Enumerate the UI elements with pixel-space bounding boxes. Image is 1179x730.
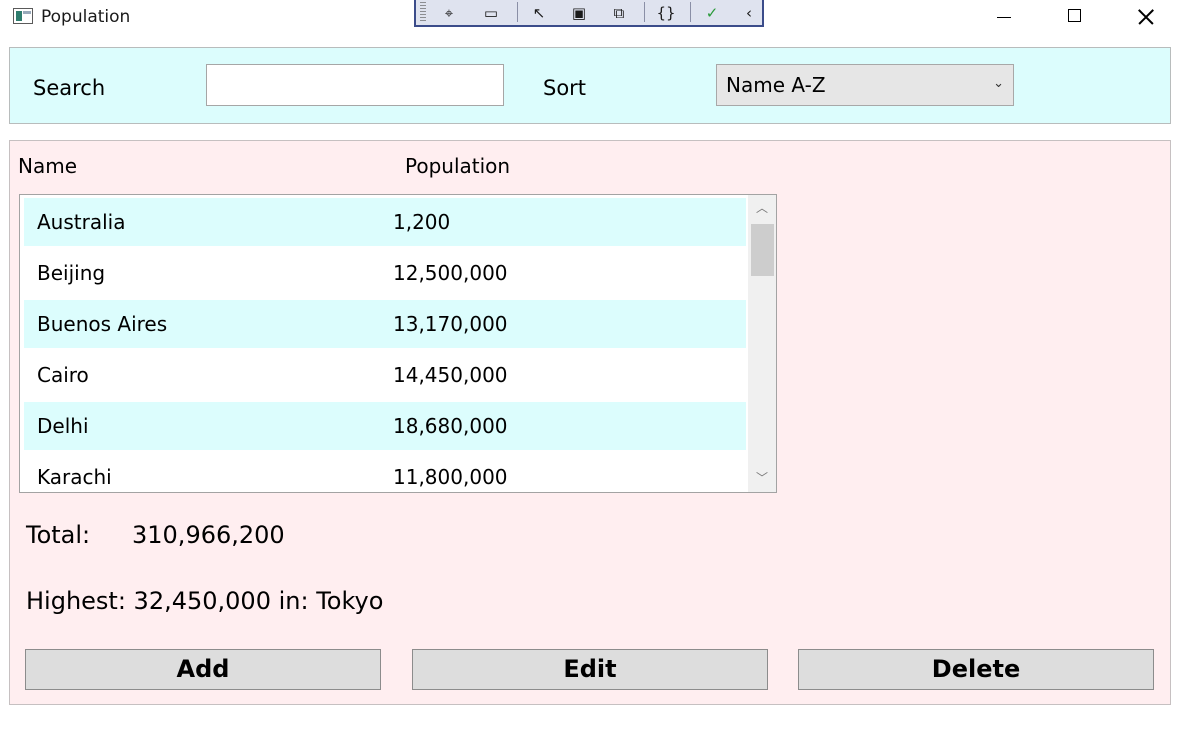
sort-dropdown[interactable]: Name A-Z ⌄	[716, 64, 1014, 106]
toolbar-grip-icon[interactable]	[420, 2, 426, 22]
display-pointer-icon[interactable]: ⧉	[608, 3, 630, 23]
toolbar-separator	[517, 2, 518, 22]
city-name: Australia	[37, 210, 126, 234]
binding-icon[interactable]: {}	[655, 3, 677, 23]
list-item[interactable]: Beijing 12,500,000	[24, 249, 746, 297]
sort-selected-value: Name A-Z	[726, 73, 826, 97]
toolbar-separator	[690, 2, 691, 22]
highest-text: Highest: 32,450,000 in: Tokyo	[26, 587, 384, 615]
city-name: Beijing	[37, 261, 106, 285]
column-header-population: Population	[405, 154, 511, 178]
city-population: 14,450,000	[393, 363, 508, 387]
chevron-down-icon: ⌄	[993, 76, 1004, 91]
title-bar: Population ⌖ ▭ ↖ ▣ ⧉ {} ✓ ‹	[0, 0, 1179, 34]
list-item[interactable]: Australia 1,200	[24, 198, 746, 246]
search-label: Search	[33, 76, 106, 100]
vertical-scrollbar[interactable]: ︿ ﹀	[748, 195, 776, 492]
check-circle-icon[interactable]: ✓	[701, 3, 723, 23]
city-population: 12,500,000	[393, 261, 508, 285]
search-input[interactable]	[206, 64, 504, 106]
add-button[interactable]: Add	[25, 649, 381, 690]
collapse-icon[interactable]: ‹	[738, 3, 760, 23]
column-header-name: Name	[18, 154, 78, 178]
main-panel: Name Population Australia 1,200 Beijing …	[9, 140, 1171, 705]
maximize-button[interactable]	[1040, 0, 1110, 34]
total-value: 310,966,200	[132, 521, 285, 549]
list-item[interactable]: Karachi 11,800,000	[24, 453, 746, 492]
city-population: 1,200	[393, 210, 451, 234]
search-panel: Search Sort Name A-Z ⌄	[9, 47, 1171, 124]
city-list[interactable]: Australia 1,200 Beijing 12,500,000 Bueno…	[19, 194, 777, 493]
scroll-thumb[interactable]	[751, 224, 774, 276]
frame-icon[interactable]: ▣	[568, 3, 590, 23]
list-item[interactable]: Delhi 18,680,000	[24, 402, 746, 450]
city-population: 18,680,000	[393, 414, 508, 438]
city-name: Karachi	[37, 465, 112, 489]
scroll-up-icon[interactable]: ︿	[748, 199, 776, 217]
delete-button[interactable]: Delete	[798, 649, 1154, 690]
debug-toolbar: ⌖ ▭ ↖ ▣ ⧉ {} ✓ ‹	[414, 0, 764, 27]
city-name: Cairo	[37, 363, 89, 387]
city-name: Buenos Aires	[37, 312, 168, 336]
toolbar-separator	[644, 2, 645, 22]
total-label: Total:	[26, 521, 91, 549]
select-element-icon[interactable]: ⌖	[438, 3, 460, 23]
sort-label: Sort	[543, 76, 587, 100]
list-item[interactable]: Buenos Aires 13,170,000	[24, 300, 746, 348]
city-population: 13,170,000	[393, 312, 508, 336]
minimize-button[interactable]	[970, 0, 1040, 34]
city-name: Delhi	[37, 414, 89, 438]
video-icon[interactable]: ▭	[480, 3, 502, 23]
list-item[interactable]: Cairo 14,450,000	[24, 351, 746, 399]
window-title: Population	[41, 7, 131, 27]
city-population: 11,800,000	[393, 465, 508, 489]
edit-button[interactable]: Edit	[412, 649, 768, 690]
close-button[interactable]	[1110, 0, 1179, 34]
app-icon	[13, 8, 33, 24]
scroll-down-icon[interactable]: ﹀	[748, 469, 776, 487]
pointer-select-icon[interactable]: ↖	[528, 3, 550, 23]
